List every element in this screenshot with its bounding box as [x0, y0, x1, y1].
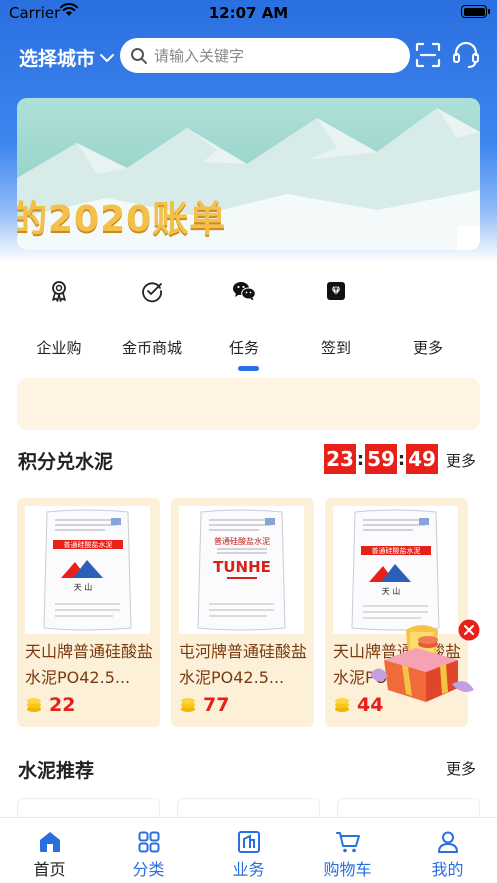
- product-image: 普通硅酸盐水泥 天 山: [25, 506, 150, 634]
- tab-label: 购物车: [323, 860, 372, 879]
- points-section-title: 积分兑水泥: [18, 451, 114, 473]
- nav-item-enterprise-purchase[interactable]: 企业购: [12, 272, 106, 358]
- city-selector[interactable]: 选择城市: [19, 44, 115, 71]
- coin-price: 77: [179, 694, 229, 716]
- countdown-minutes: 59: [365, 444, 397, 474]
- home-icon: [39, 832, 60, 852]
- bag-brand: 天 山: [74, 582, 93, 592]
- nav-item-tasks[interactable]: 任务: [197, 272, 291, 358]
- person-icon: [437, 831, 458, 853]
- nav-more-icon-placeholder: [416, 279, 440, 303]
- cart-icon: [335, 832, 360, 853]
- nav-page-indicator: [238, 366, 259, 371]
- chevron-down-icon: [100, 53, 115, 62]
- points-more-link[interactable]: 更多: [446, 450, 476, 471]
- product-card[interactable]: 普通硅酸盐水泥 天 山 天山牌普通硅酸盐水泥PO42.5... 22: [17, 498, 160, 727]
- tab-home[interactable]: 首页: [0, 818, 99, 880]
- nav-item-checkin[interactable]: 签到: [289, 272, 383, 358]
- notice-bar[interactable]: [17, 378, 480, 430]
- scan-icon[interactable]: [415, 42, 441, 68]
- building-icon: [237, 831, 260, 853]
- tab-cart[interactable]: 购物车: [298, 818, 397, 880]
- nav-item-coin-mall[interactable]: 金币商城: [105, 272, 199, 358]
- product-image: 普通硅酸盐水泥 天 山: [333, 506, 458, 634]
- city-label: 选择城市: [19, 48, 96, 70]
- battery-icon: [461, 5, 490, 18]
- bag-title: 普通硅酸盐水泥: [372, 546, 421, 555]
- product-card[interactable]: 普通硅酸盐水泥 TUNHE 屯河牌普通硅酸盐水泥PO42.5... 77: [171, 498, 314, 727]
- countdown-hours: 23: [324, 444, 356, 474]
- bag-title: 普通硅酸盐水泥: [64, 540, 113, 549]
- coin-icon: [27, 698, 41, 712]
- countdown-timer: 23 : 59 : 49: [324, 444, 438, 474]
- nav-label: 企业购: [36, 339, 82, 357]
- product-image: 普通硅酸盐水泥 TUNHE: [179, 506, 304, 634]
- nav-label: 任务: [228, 339, 259, 357]
- tab-profile[interactable]: 我的: [398, 818, 497, 880]
- countdown-colon: :: [397, 448, 406, 470]
- coin-icon: [335, 698, 349, 712]
- coin-icon: [181, 698, 195, 712]
- recommend-more-link[interactable]: 更多: [446, 758, 476, 779]
- nav-item-more[interactable]: 更多: [381, 272, 475, 358]
- status-bar: Carrier 12:07 AM: [0, 0, 497, 28]
- coin-value: 77: [203, 694, 230, 716]
- coin-price: 22: [25, 694, 75, 716]
- countdown-colon: :: [356, 448, 365, 470]
- customer-service-icon[interactable]: [451, 40, 481, 70]
- nav-label: 更多: [412, 339, 443, 357]
- tab-label: 业务: [232, 860, 265, 879]
- bag-title: 普通硅酸盐水泥: [214, 536, 270, 546]
- bag-brand: TUNHE: [213, 558, 271, 576]
- coin-value: 22: [49, 694, 76, 716]
- recommend-section-title: 水泥推荐: [18, 760, 95, 782]
- bottom-tab-bar: 首页 分类 业务 购物车 我的: [0, 817, 497, 883]
- tab-category[interactable]: 分类: [99, 818, 198, 880]
- check-circle-icon: [142, 282, 162, 303]
- tab-label: 分类: [132, 860, 165, 879]
- quick-nav: 企业购 金币商城 任务 签到 更多: [0, 272, 497, 362]
- bag-brand: 天 山: [382, 586, 401, 596]
- nav-label: 签到: [320, 339, 351, 357]
- search-input[interactable]: [154, 46, 394, 65]
- grid-icon: [138, 831, 159, 853]
- tab-label: 首页: [33, 860, 66, 879]
- wechat-icon: [233, 282, 256, 301]
- product-name: 天山牌普通硅酸盐水泥PO42.5...: [25, 642, 154, 687]
- award-ribbon-icon: [52, 281, 66, 302]
- status-time: 12:07 AM: [208, 4, 289, 22]
- tab-label: 我的: [431, 860, 464, 879]
- search-icon: [131, 47, 147, 64]
- diamond-icon: [327, 282, 345, 300]
- promo-banner[interactable]: 的2020账单: [17, 98, 480, 250]
- banner-headline: 的2020账单: [17, 199, 227, 240]
- product-name: 屯河牌普通硅酸盐水泥PO42.5...: [179, 642, 308, 687]
- search-bar[interactable]: [120, 38, 410, 73]
- countdown-seconds: 49: [406, 444, 438, 474]
- tab-business[interactable]: 业务: [199, 818, 298, 880]
- close-icon[interactable]: [458, 619, 480, 641]
- nav-label: 金币商城: [121, 339, 182, 357]
